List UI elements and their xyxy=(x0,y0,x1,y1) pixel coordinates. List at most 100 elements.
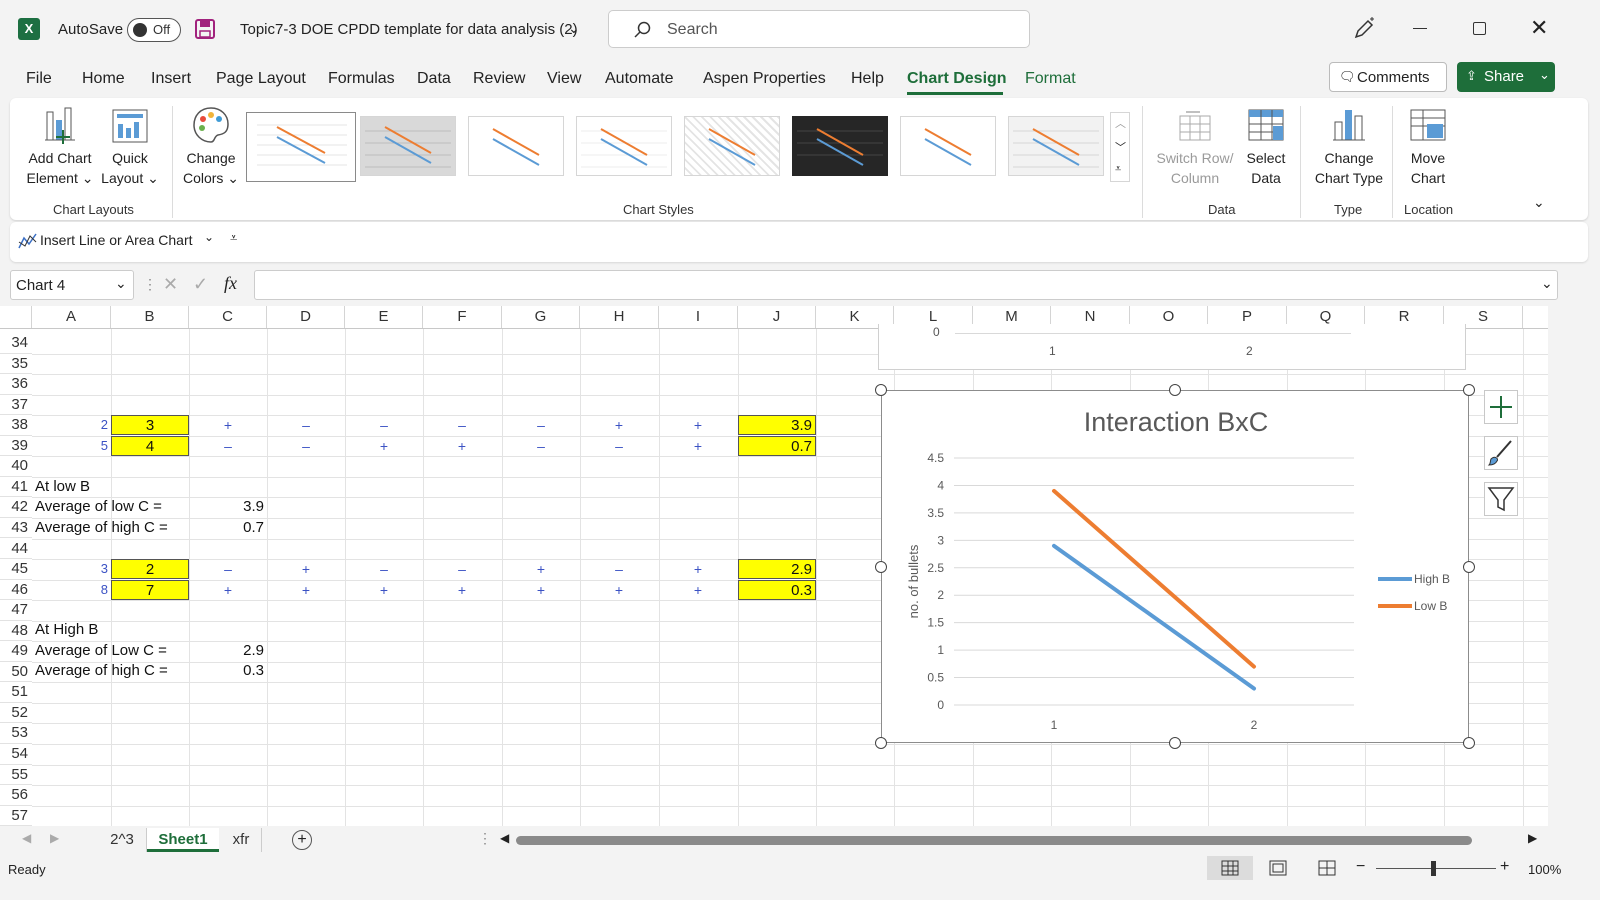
tab-file[interactable]: File xyxy=(26,70,52,88)
row-header-48[interactable]: 48 xyxy=(0,621,32,642)
interaction-chart[interactable]: Interaction BxC 0 0.5 1 1.5 2 2.5 3 3.5 4 4.5 1 2 no.… xyxy=(882,391,1470,744)
chart-area[interactable]: Interaction BxC 0 0.5 1 1.5 2 2.5 3 3.5 4 4.5 1 2 no.… xyxy=(881,390,1469,743)
row-header-34[interactable]: 34 xyxy=(0,333,32,354)
row-header-53[interactable]: 53 xyxy=(0,723,32,744)
cell-h45[interactable]: – xyxy=(580,559,658,579)
row-header-38[interactable]: 38 xyxy=(0,415,32,436)
resize-handle[interactable] xyxy=(1463,737,1475,749)
copilot-pen-icon[interactable] xyxy=(1352,17,1376,41)
cell-i39[interactable]: + xyxy=(659,436,737,456)
qat-customize-icon[interactable]: ⩡ xyxy=(230,230,237,246)
autosave-toggle[interactable]: Off xyxy=(127,18,181,42)
select-data-button[interactable]: Select Data xyxy=(1238,104,1294,188)
share-button[interactable]: ⇪ Share ⌄ xyxy=(1457,62,1555,92)
chart-style-6[interactable] xyxy=(792,116,888,176)
tab-chart-design[interactable]: Chart Design xyxy=(907,70,1007,88)
column-header-c[interactable]: C xyxy=(189,306,267,328)
cell-a49[interactable]: Average of Low C = xyxy=(35,641,167,661)
row-header-41[interactable]: 41 xyxy=(0,477,32,498)
chart-styles-button[interactable] xyxy=(1484,436,1518,470)
resize-handle[interactable] xyxy=(875,384,887,396)
cell-i46[interactable]: + xyxy=(659,580,737,600)
row-header-54[interactable]: 54 xyxy=(0,744,32,765)
tab-automate[interactable]: Automate xyxy=(605,70,673,88)
change-colors-button[interactable]: Change Colors ⌄ xyxy=(178,104,244,188)
column-header-g[interactable]: G xyxy=(502,306,580,328)
minimize-icon[interactable] xyxy=(1413,28,1427,29)
row-header-40[interactable]: 40 xyxy=(0,456,32,477)
cell-c43[interactable]: 0.7 xyxy=(189,518,267,538)
cell-h39[interactable]: – xyxy=(580,436,658,456)
name-box[interactable]: Chart 4 ⌄ xyxy=(10,270,134,300)
search-box[interactable]: Search xyxy=(608,10,1030,48)
chart-style-7[interactable] xyxy=(900,116,996,176)
tab-formulas[interactable]: Formulas xyxy=(328,70,395,88)
cell-a42[interactable]: Average of low C = xyxy=(35,497,162,517)
zoom-slider-thumb[interactable] xyxy=(1431,861,1436,876)
column-header-i[interactable]: I xyxy=(659,306,738,328)
cell-d38[interactable]: – xyxy=(267,415,345,435)
row-header-39[interactable]: 39 xyxy=(0,436,32,457)
restore-icon[interactable] xyxy=(1473,22,1486,35)
chart-style-4[interactable] xyxy=(576,116,672,176)
cell-a50[interactable]: Average of high C = xyxy=(35,661,168,681)
gallery-more-icon[interactable]: ⩡ xyxy=(1115,163,1121,176)
cell-b45[interactable]: 2 xyxy=(111,559,189,579)
cell-f38[interactable]: – xyxy=(423,415,501,435)
tab-aspen-properties[interactable]: Aspen Properties xyxy=(703,70,826,88)
switch-row-column-button[interactable]: Switch Row/ Column xyxy=(1150,104,1240,188)
cell-c38[interactable]: + xyxy=(189,415,267,435)
add-chart-element-button[interactable]: Add Chart Element ⌄ xyxy=(24,104,96,188)
tab-scroll-right-icon[interactable]: ▶ xyxy=(50,831,59,845)
column-header-a[interactable]: A xyxy=(32,306,111,328)
column-header-e[interactable]: E xyxy=(345,306,423,328)
select-all-corner[interactable] xyxy=(0,306,32,328)
cell-f45[interactable]: – xyxy=(423,559,501,579)
column-header-d[interactable]: D xyxy=(267,306,345,328)
cell-a43[interactable]: Average of high C = xyxy=(35,518,168,538)
horizontal-scroll-thumb[interactable] xyxy=(516,836,1472,845)
tab-data[interactable]: Data xyxy=(417,70,451,88)
ribbon-collapse-icon[interactable]: ⌄ xyxy=(1533,194,1545,211)
cell-a41[interactable]: At low B xyxy=(35,477,90,497)
zoom-slider-track[interactable] xyxy=(1376,868,1496,869)
add-sheet-icon[interactable]: + xyxy=(292,830,312,850)
tab-home[interactable]: Home xyxy=(82,70,125,88)
cell-g38[interactable]: – xyxy=(502,415,580,435)
cell-d46[interactable]: + xyxy=(267,580,345,600)
cell-d45[interactable]: + xyxy=(267,559,345,579)
chart-style-1[interactable] xyxy=(246,112,356,182)
insert-line-chart-button[interactable]: Insert Line or Area Chart ⌄ xyxy=(16,230,216,254)
column-header-b[interactable]: B xyxy=(111,306,189,328)
sheet-tab-2-3[interactable]: 2^3 xyxy=(98,828,146,852)
quick-layout-button[interactable]: Quick Layout ⌄ xyxy=(98,104,162,188)
row-header-51[interactable]: 51 xyxy=(0,682,32,703)
zoom-in-icon[interactable]: + xyxy=(1500,858,1509,876)
column-header-h[interactable]: H xyxy=(580,306,659,328)
tab-splitter-icon[interactable]: ⋮ xyxy=(478,830,492,847)
page-break-view-icon[interactable] xyxy=(1318,860,1336,876)
cell-g45[interactable]: + xyxy=(502,559,580,579)
enter-icon[interactable]: ✓ xyxy=(193,274,208,295)
chart-style-2[interactable] xyxy=(360,116,456,176)
cell-j39[interactable]: 0.7 xyxy=(738,436,816,456)
row-header-57[interactable]: 57 xyxy=(0,806,32,826)
cell-g46[interactable]: + xyxy=(502,580,580,600)
cell-a46[interactable]: 8 xyxy=(33,580,111,600)
gallery-down-icon[interactable]: ﹀ xyxy=(1115,139,1126,155)
cell-h38[interactable]: + xyxy=(580,415,658,435)
cell-i45[interactable]: + xyxy=(659,559,737,579)
cell-b39[interactable]: 4 xyxy=(111,436,189,456)
fx-icon[interactable]: fx xyxy=(224,273,237,294)
cell-f39[interactable]: + xyxy=(423,436,501,456)
row-header-47[interactable]: 47 xyxy=(0,600,32,621)
gallery-up-icon[interactable]: ︿ xyxy=(1115,115,1126,131)
resize-handle[interactable] xyxy=(875,560,887,573)
sheet-tab-sheet1[interactable]: Sheet1 xyxy=(147,828,219,852)
cell-e39[interactable]: + xyxy=(345,436,423,456)
cell-f46[interactable]: + xyxy=(423,580,501,600)
move-chart-button[interactable]: Move Chart xyxy=(1396,104,1460,188)
row-header-50[interactable]: 50 xyxy=(0,662,32,683)
cell-b38[interactable]: 3 xyxy=(111,415,189,435)
row-header-36[interactable]: 36 xyxy=(0,374,32,395)
